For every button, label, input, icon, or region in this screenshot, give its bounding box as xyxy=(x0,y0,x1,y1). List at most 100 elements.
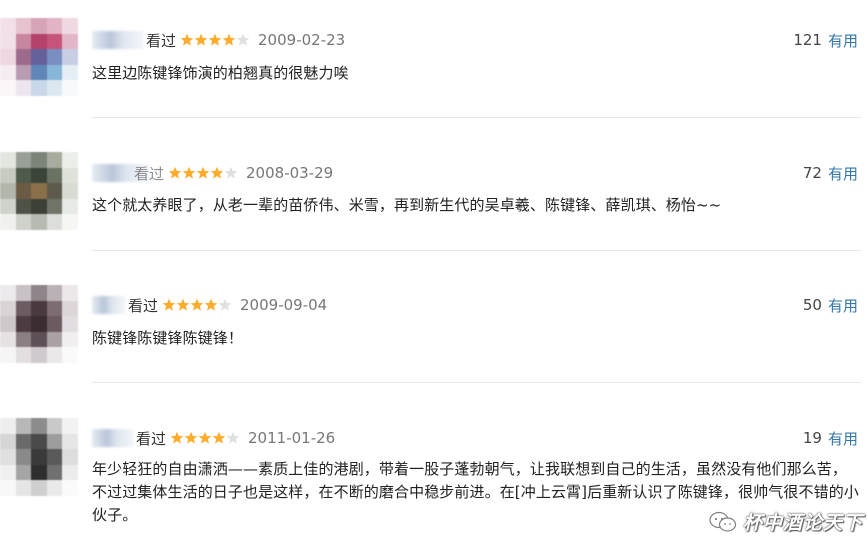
star-empty-icon xyxy=(236,33,250,46)
avatar-pixel xyxy=(62,449,78,465)
star-empty-icon xyxy=(218,298,232,311)
avatar-pixel xyxy=(0,285,16,301)
avatar-pixel xyxy=(62,300,78,317)
star-empty-icon xyxy=(226,431,240,444)
avatar[interactable] xyxy=(0,418,78,496)
avatar-pixel xyxy=(31,433,47,450)
avatar-pixel xyxy=(15,64,32,81)
useful-button[interactable]: 有用 xyxy=(828,428,858,449)
avatar-pixel xyxy=(31,347,47,363)
wechat-icon xyxy=(709,511,737,532)
star-filled-icon xyxy=(162,298,176,311)
divider xyxy=(92,250,861,251)
avatar-pixel xyxy=(62,49,78,65)
avatar-pixel xyxy=(15,347,32,363)
avatar-pixel xyxy=(0,33,16,50)
avatar-pixel xyxy=(31,49,47,65)
avatar-pixel xyxy=(62,80,78,96)
star-filled-icon xyxy=(198,431,212,444)
star-rating xyxy=(162,298,232,312)
username-blurred[interactable] xyxy=(92,31,144,49)
avatar-pixel xyxy=(31,183,47,199)
review-comment: 这个就太养眼了，从老一辈的苗侨伟、米雪，再到新生代的吴卓羲、陈键锋、薛凯琪、杨怡… xyxy=(92,196,722,214)
star-rating xyxy=(170,431,240,445)
avatar-pixel xyxy=(46,18,63,34)
avatar-pixel xyxy=(62,480,78,496)
avatar-pixel xyxy=(15,418,32,434)
star-filled-icon xyxy=(176,298,190,311)
review-date: 2009-02-23 xyxy=(258,31,346,49)
avatar-pixel xyxy=(31,464,47,481)
avatar-pixel xyxy=(0,433,16,450)
divider xyxy=(92,382,861,383)
avatar[interactable] xyxy=(0,152,78,230)
useful-count: 121 xyxy=(793,31,822,49)
avatar-pixel xyxy=(15,300,32,317)
useful-vote: 72 有用 xyxy=(803,162,858,184)
username-blurred[interactable] xyxy=(92,296,126,314)
avatar-pixel xyxy=(46,433,63,450)
useful-count: 72 xyxy=(802,164,822,182)
avatar-pixel xyxy=(15,214,32,230)
avatar-pixel xyxy=(62,33,78,50)
avatar-pixel xyxy=(0,347,16,363)
star-rating xyxy=(180,33,250,47)
avatar-pixel xyxy=(46,464,63,481)
seen-label: 看过 xyxy=(134,164,165,183)
star-filled-icon xyxy=(194,33,208,46)
avatar-pixel xyxy=(62,464,78,481)
avatar-pixel xyxy=(31,300,47,317)
review-comment: 陈键锋陈键锋陈键锋！ xyxy=(92,329,244,347)
useful-count: 19 xyxy=(802,429,822,447)
avatar-pixel xyxy=(0,418,16,434)
avatar-pixel xyxy=(46,285,63,301)
avatar-pixel xyxy=(31,33,47,50)
useful-vote: 50 有用 xyxy=(803,294,858,316)
seen-label: 看过 xyxy=(136,429,167,448)
avatar-pixel xyxy=(0,464,16,481)
avatar[interactable] xyxy=(0,285,78,363)
star-filled-icon xyxy=(212,431,226,444)
avatar-pixel xyxy=(46,480,63,496)
avatar-pixel xyxy=(0,316,16,332)
useful-button[interactable]: 有用 xyxy=(828,295,858,316)
avatar-pixel xyxy=(0,198,16,215)
avatar-pixel xyxy=(15,464,32,481)
star-filled-icon xyxy=(184,431,198,444)
avatar-pixel xyxy=(15,198,32,215)
avatar-pixel xyxy=(0,18,16,34)
avatar-pixel xyxy=(46,347,63,363)
avatar-pixel xyxy=(15,285,32,301)
avatar-pixel xyxy=(0,449,16,465)
avatar-pixel xyxy=(62,214,78,230)
avatar-pixel xyxy=(46,33,63,50)
avatar-pixel xyxy=(62,418,78,434)
avatar-pixel xyxy=(62,316,78,332)
star-filled-icon xyxy=(168,166,182,179)
avatar-pixel xyxy=(31,418,47,434)
avatar-pixel xyxy=(62,347,78,363)
avatar-pixel xyxy=(31,80,47,96)
watermark-text: 杯中酒论天下 xyxy=(742,512,863,534)
star-filled-icon xyxy=(190,298,204,311)
useful-button[interactable]: 有用 xyxy=(828,30,858,51)
avatar-pixel xyxy=(15,480,32,496)
review-date: 2008-03-29 xyxy=(246,164,334,182)
avatar-pixel xyxy=(46,183,63,199)
avatar[interactable] xyxy=(0,18,78,96)
avatar-pixel xyxy=(31,331,47,348)
avatar-pixel xyxy=(62,198,78,215)
avatar-pixel xyxy=(0,183,16,199)
username-blurred[interactable] xyxy=(92,429,134,447)
avatar-pixel xyxy=(15,152,32,168)
avatar-pixel xyxy=(31,480,47,496)
useful-button[interactable]: 有用 xyxy=(828,163,858,184)
avatar-pixel xyxy=(62,433,78,450)
avatar-pixel xyxy=(31,449,47,465)
watermark: 杯中酒论天下 xyxy=(709,508,863,535)
star-filled-icon xyxy=(182,166,196,179)
avatar-pixel xyxy=(31,198,47,215)
avatar-pixel xyxy=(31,214,47,230)
avatar-pixel xyxy=(46,167,63,184)
avatar-pixel xyxy=(31,285,47,301)
